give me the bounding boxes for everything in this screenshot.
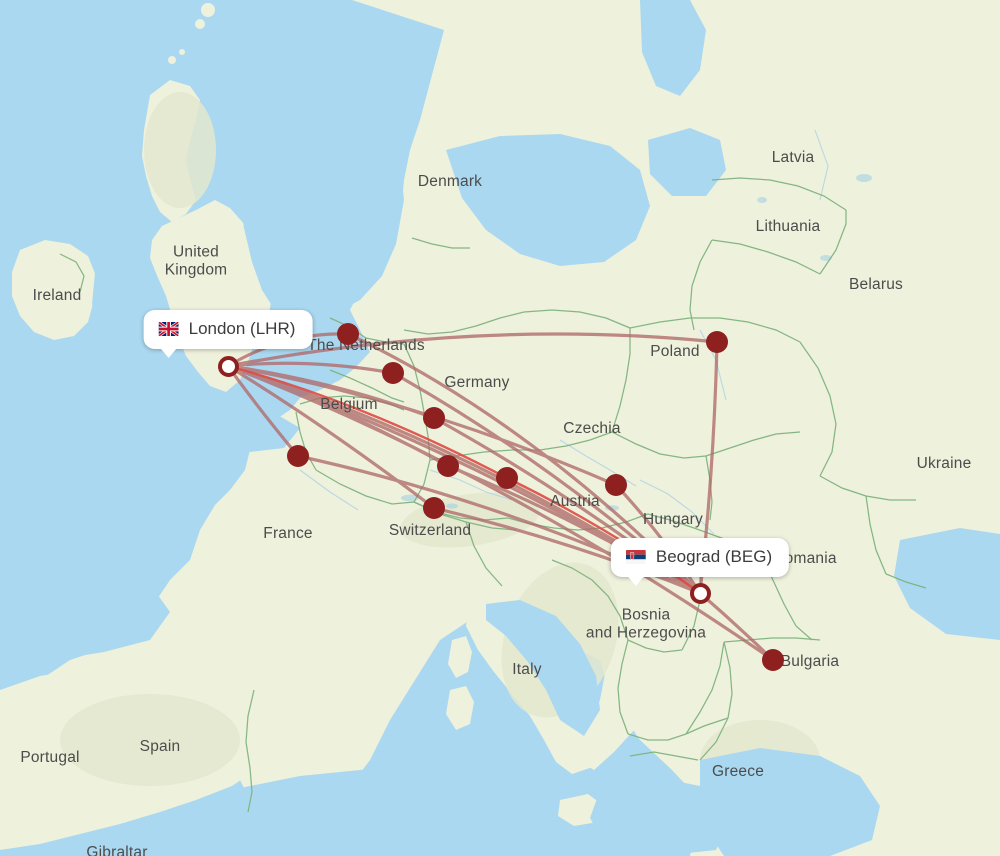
waypoint-marker-zrh[interactable] bbox=[423, 497, 445, 519]
gb-flag-icon bbox=[158, 322, 179, 336]
airport-callout-lhr[interactable]: London (LHR) bbox=[143, 310, 313, 358]
waypoint-marker-vie[interactable] bbox=[605, 474, 627, 496]
flight-route-map[interactable]: Ireland United Kingdom Denmark Latvia Lithua… bbox=[0, 0, 1000, 856]
waypoint-marker-fra[interactable] bbox=[423, 407, 445, 429]
waypoint-marker-cdg[interactable] bbox=[287, 445, 309, 467]
waypoint-marker-str[interactable] bbox=[437, 455, 459, 477]
airport-label-lhr: London (LHR) bbox=[188, 319, 296, 338]
waypoint-marker-dus[interactable] bbox=[382, 362, 404, 384]
airport-callout-beg[interactable]: Beograd (BEG) bbox=[610, 538, 790, 586]
route-line bbox=[698, 591, 775, 662]
waypoint-marker-sof[interactable] bbox=[762, 649, 784, 671]
airport-label-beg: Beograd (BEG) bbox=[655, 547, 773, 566]
endpoint-marker-beg[interactable] bbox=[689, 582, 711, 604]
waypoint-marker-ams[interactable] bbox=[337, 323, 359, 345]
rs-flag-icon bbox=[625, 550, 646, 564]
endpoint-marker-lhr[interactable] bbox=[217, 355, 239, 377]
route-line bbox=[226, 364, 450, 468]
flight-routes-layer bbox=[226, 332, 775, 662]
waypoint-marker-muc[interactable] bbox=[496, 467, 518, 489]
waypoint-marker-waw[interactable] bbox=[706, 331, 728, 353]
